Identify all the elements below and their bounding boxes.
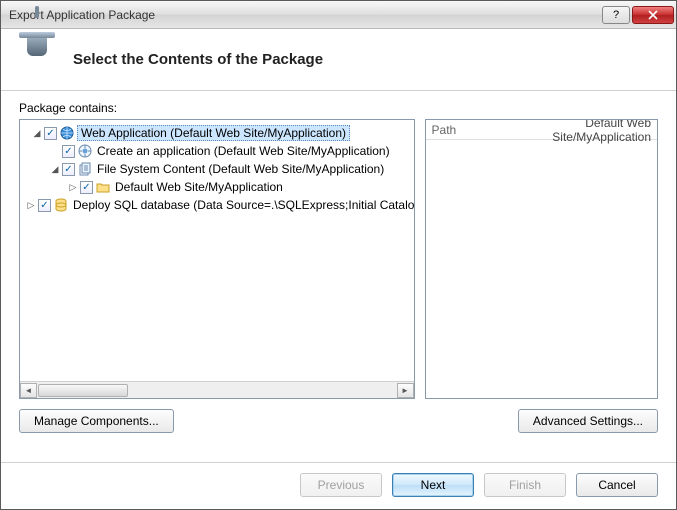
window-title: Export Application Package: [9, 8, 602, 22]
wizard-header: Select the Contents of the Package: [1, 29, 676, 91]
help-button[interactable]: ?: [602, 6, 630, 24]
tree-row[interactable]: ✓ Create an application (Default Web Site…: [20, 142, 414, 160]
expand-icon[interactable]: ▷: [68, 182, 78, 192]
finish-button: Finish: [484, 473, 566, 497]
wizard-footer: Previous Next Finish Cancel: [1, 462, 676, 509]
scroll-thumb[interactable]: [38, 384, 128, 397]
split-panes: ◢✓Web Application (Default Web Site/MyAp…: [19, 119, 658, 399]
folder-icon: [95, 179, 111, 195]
cancel-button[interactable]: Cancel: [576, 473, 658, 497]
advanced-settings-button[interactable]: Advanced Settings...: [518, 409, 658, 433]
scroll-right-arrow[interactable]: ►: [397, 383, 414, 398]
window-buttons: ?: [602, 6, 674, 24]
detail-pane: Path Default Web Site/MyApplication: [425, 119, 658, 399]
package-tree[interactable]: ◢✓Web Application (Default Web Site/MyAp…: [19, 119, 415, 399]
detail-value: Default Web Site/MyApplication: [490, 119, 651, 144]
close-icon: [648, 10, 658, 20]
checkbox[interactable]: ✓: [80, 181, 93, 194]
checkbox[interactable]: ✓: [44, 127, 57, 140]
globe-icon: [59, 125, 75, 141]
tree-item-label[interactable]: Web Application (Default Web Site/MyAppl…: [77, 125, 350, 141]
checkbox[interactable]: ✓: [38, 199, 51, 212]
manage-components-button[interactable]: Manage Components...: [19, 409, 174, 433]
collapse-icon[interactable]: ◢: [32, 128, 42, 138]
tree-item-label[interactable]: Default Web Site/MyApplication: [113, 180, 285, 194]
docs-icon: [77, 161, 93, 177]
previous-button: Previous: [300, 473, 382, 497]
tree-item-label[interactable]: File System Content (Default Web Site/My…: [95, 162, 386, 176]
tree-row[interactable]: ◢✓ File System Content (Default Web Site/…: [20, 160, 414, 178]
db-icon: [53, 197, 69, 213]
detail-key: Path: [432, 123, 490, 137]
scroll-left-arrow[interactable]: ◄: [20, 383, 37, 398]
package-icon: [19, 40, 55, 80]
tree-row[interactable]: ◢✓ Web Application (Default Web Site/MyAp…: [20, 124, 414, 142]
middle-button-row: Manage Components... Advanced Settings..…: [19, 409, 658, 433]
detail-row: Path Default Web Site/MyApplication: [426, 120, 657, 140]
next-button[interactable]: Next: [392, 473, 474, 497]
section-label: Package contains:: [19, 101, 658, 115]
tree-row[interactable]: ▷✓ Default Web Site/MyApplication: [20, 178, 414, 196]
collapse-icon[interactable]: ◢: [50, 164, 60, 174]
content-area: Package contains: ◢✓Web Application (Def…: [1, 91, 676, 462]
titlebar: Export Application Package ?: [1, 1, 676, 29]
checkbox[interactable]: ✓: [62, 145, 75, 158]
tree-row[interactable]: ▷✓ Deploy SQL database (Data Source=.\SQL…: [20, 196, 414, 214]
wizard-window: Export Application Package ? Select the …: [0, 0, 677, 510]
tree-item-label[interactable]: Deploy SQL database (Data Source=.\SQLEx…: [71, 198, 414, 212]
checkbox[interactable]: ✓: [62, 163, 75, 176]
tree-body: ◢✓Web Application (Default Web Site/MyAp…: [20, 120, 414, 381]
expand-icon[interactable]: ▷: [26, 200, 36, 210]
scroll-track[interactable]: [37, 383, 397, 398]
horizontal-scrollbar[interactable]: ◄ ►: [20, 381, 414, 398]
close-button[interactable]: [632, 6, 674, 24]
tree-item-label[interactable]: Create an application (Default Web Site/…: [95, 144, 392, 158]
page-title: Select the Contents of the Package: [73, 51, 323, 68]
app-icon: [77, 143, 93, 159]
